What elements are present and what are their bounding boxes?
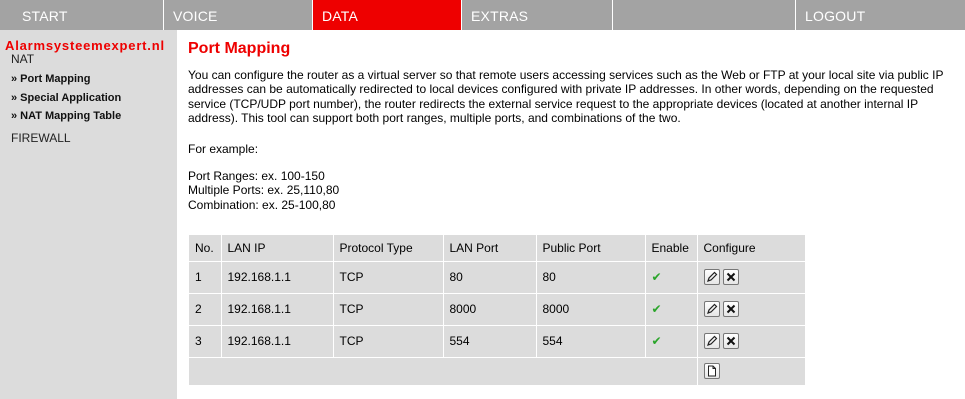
table-row: 2 192.168.1.1 TCP 8000 8000 ✔ (189, 292, 805, 325)
enabled-check-icon: ✔ (651, 302, 662, 316)
column-header-configure: Configure (696, 235, 805, 261)
sidebar-section-nat[interactable]: NAT (11, 52, 34, 66)
top-navigation: START VOICE DATA EXTRAS LOGOUT (0, 0, 965, 30)
enabled-check-icon: ✔ (651, 270, 662, 284)
cell-no: 2 (189, 292, 222, 325)
tab-extras[interactable]: EXTRAS (461, 0, 612, 30)
column-header-lan-ip: LAN IP (220, 235, 334, 261)
cell-protocol: TCP (332, 292, 444, 325)
column-header-lan-port: LAN Port (442, 235, 537, 261)
delete-icon[interactable] (722, 333, 739, 349)
cell-no: 3 (189, 324, 222, 357)
sidebar-section-firewall[interactable]: FIREWALL (11, 131, 71, 145)
cell-enable: ✔ (644, 260, 698, 293)
example-line: Combination: ex. 25-100,80 (188, 197, 336, 212)
cell-add (696, 356, 805, 385)
cell-no: 1 (189, 260, 222, 293)
sidebar: Alarmsysteemexpert.nl NAT » Port Mapping… (0, 30, 177, 399)
tab-voice[interactable]: VOICE (163, 0, 312, 30)
cell-configure (696, 324, 805, 357)
page-title: Port Mapping (188, 40, 291, 57)
example-line: Port Ranges: ex. 100-150 (188, 169, 325, 183)
sidebar-item-port-mapping[interactable]: » Port Mapping (11, 73, 90, 85)
cell-lan-port: 554 (442, 324, 537, 357)
delete-icon[interactable] (722, 301, 739, 317)
tab-logout[interactable]: LOGOUT (795, 0, 943, 30)
table-row: 1 192.168.1.1 TCP 80 80 ✔ (189, 260, 805, 293)
page-description: You can configure the router as a virtua… (188, 68, 944, 125)
column-header-protocol: Protocol Type (332, 235, 444, 261)
brand-logo: Alarmsysteemexpert.nl (5, 38, 165, 53)
example-list: Port Ranges: ex. 100-150 Multiple Ports:… (188, 169, 339, 212)
edit-icon[interactable] (703, 269, 720, 285)
cell-lan-ip: 192.168.1.1 (220, 260, 334, 293)
table-row: 3 192.168.1.1 TCP 554 554 ✔ (189, 324, 805, 357)
cell-lan-port: 80 (442, 260, 537, 293)
tab-data[interactable]: DATA (312, 0, 461, 30)
footer-spacer (189, 356, 698, 385)
column-header-no: No. (189, 235, 222, 261)
edit-icon[interactable] (703, 333, 720, 349)
enabled-check-icon: ✔ (651, 334, 662, 348)
edit-icon[interactable] (703, 301, 720, 317)
cell-protocol: TCP (332, 260, 444, 293)
cell-protocol: TCP (332, 324, 444, 357)
cell-enable: ✔ (644, 292, 698, 325)
cell-public-port: 80 (535, 260, 646, 293)
cell-lan-ip: 192.168.1.1 (220, 324, 334, 357)
port-mapping-table: No. LAN IP Protocol Type LAN Port Public… (189, 235, 805, 385)
cell-configure (696, 292, 805, 325)
cell-public-port: 8000 (535, 292, 646, 325)
delete-icon[interactable] (722, 269, 739, 285)
table-header-row: No. LAN IP Protocol Type LAN Port Public… (189, 235, 805, 261)
cell-configure (696, 260, 805, 293)
sidebar-item-nat-mapping-table[interactable]: » NAT Mapping Table (11, 110, 121, 122)
column-header-public-port: Public Port (535, 235, 646, 261)
example-heading: For example: (188, 142, 259, 156)
example-line: Multiple Ports: ex. 25,110,80 (188, 183, 340, 198)
cell-lan-ip: 192.168.1.1 (220, 292, 334, 325)
add-new-icon[interactable] (703, 363, 720, 380)
tab-start[interactable]: START (0, 0, 163, 30)
cell-enable: ✔ (644, 324, 698, 357)
table-footer-row (189, 356, 805, 385)
cell-lan-port: 8000 (442, 292, 537, 325)
column-header-enable: Enable (644, 235, 698, 261)
sidebar-item-special-application[interactable]: » Special Application (11, 92, 121, 104)
tab-empty (612, 0, 795, 30)
cell-public-port: 554 (535, 324, 646, 357)
